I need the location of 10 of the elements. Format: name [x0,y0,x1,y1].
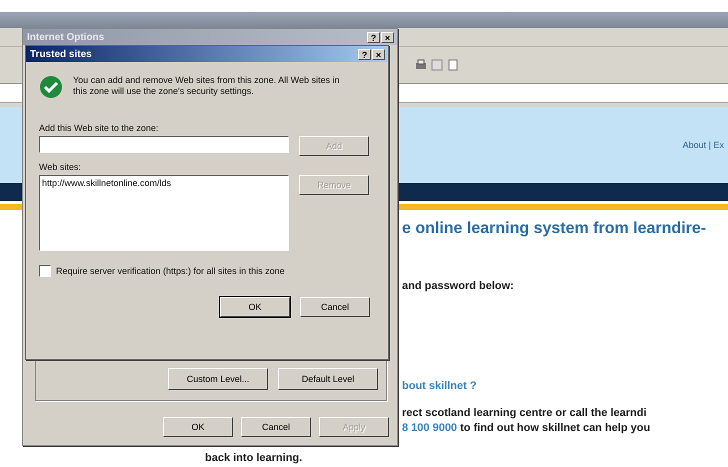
verify-checkbox-label: Require server verification (https:) for all sites in this zone [56,266,285,276]
page-heading: e online learning system from learndire- [402,220,708,238]
closing-text: back into learning. [204,452,304,464]
web-sites-label: Web sites: [39,162,82,172]
zone-message: You can add and remove Web sites from this zone. All Web sites in this zone will use the zone's security settings. [73,75,340,97]
login-prompt: and password below: [402,280,515,292]
dialog-title: Trusted sites [30,48,92,60]
add-site-label: Add this Web site to the zone: [39,123,160,133]
info-text: rect scotland learning centre or call the learndi 8 100 9000 to find out how skillnet can help you [402,406,652,436]
dialog-title: Internet Options [27,32,104,42]
